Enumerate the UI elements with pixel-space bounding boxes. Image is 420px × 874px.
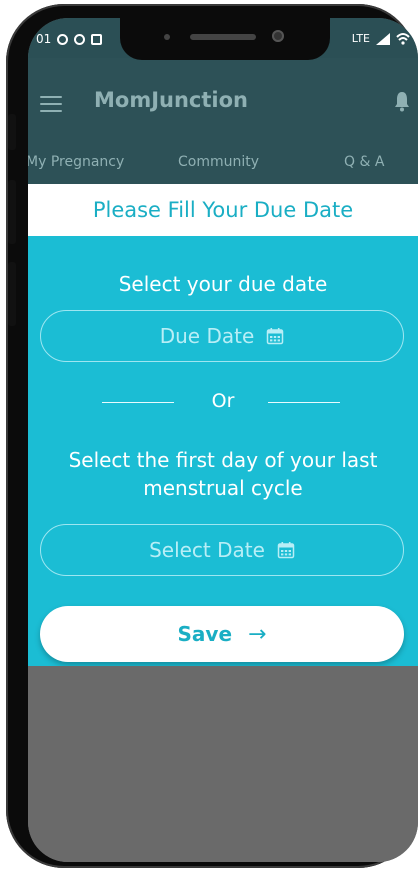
front-camera <box>272 30 284 42</box>
or-divider: Or <box>28 390 418 414</box>
phone-screen: 01 LTE MomJunction My Pregnancy Communit… <box>28 18 418 862</box>
app-header: MomJunction My Pregnancy Community Q & A <box>28 58 418 184</box>
side-button <box>8 262 16 326</box>
notification-icon <box>57 33 69 45</box>
dim-overlay[interactable] <box>28 666 418 862</box>
sheet-title: Please Fill Your Due Date <box>92 198 354 222</box>
status-left: 01 <box>36 32 103 46</box>
lte-label: LTE <box>351 32 370 45</box>
due-date-placeholder: Due Date <box>159 324 255 348</box>
side-button <box>8 180 16 244</box>
notification-icon <box>74 33 86 45</box>
select-date-field[interactable]: Select Date <box>40 524 404 576</box>
tab-community[interactable]: Community <box>178 154 259 170</box>
select-date-placeholder: Select Date <box>149 538 265 562</box>
tab-my-pregnancy[interactable]: My Pregnancy <box>28 154 124 170</box>
bell-icon[interactable] <box>394 90 410 112</box>
status-time: 01 <box>36 32 52 46</box>
earpiece-speaker <box>190 34 256 40</box>
side-button <box>8 114 16 150</box>
due-date-sheet: Please Fill Your Due Date Select your du… <box>28 184 418 666</box>
wifi-icon <box>396 32 410 45</box>
status-right: LTE <box>352 32 410 45</box>
app-title: MomJunction <box>94 88 248 112</box>
notification-icon <box>91 33 103 45</box>
signal-icon <box>376 32 390 45</box>
sensor-dot <box>164 34 170 40</box>
or-text: Or <box>211 390 235 412</box>
arrow-right-icon: → <box>248 621 267 647</box>
phone-notch <box>120 18 330 60</box>
calendar-icon <box>267 328 284 345</box>
divider-line <box>268 402 340 403</box>
save-label: Save <box>177 622 233 646</box>
menu-icon[interactable] <box>40 96 62 112</box>
tab-q-and-a[interactable]: Q & A <box>344 154 384 170</box>
last-cycle-label-line2: menstrual cycle <box>143 476 303 500</box>
calendar-icon <box>277 542 295 559</box>
tab-bar: My Pregnancy Community Q & A <box>28 150 418 178</box>
save-button[interactable]: Save → <box>40 606 404 662</box>
due-date-label: Select your due date <box>118 272 328 296</box>
last-cycle-label-line1: Select the first day of your last <box>68 448 378 472</box>
due-date-field[interactable]: Due Date <box>40 310 404 362</box>
sheet-title-bar: Please Fill Your Due Date <box>28 184 418 236</box>
phone-frame: 01 LTE MomJunction My Pregnancy Communit… <box>6 4 418 868</box>
